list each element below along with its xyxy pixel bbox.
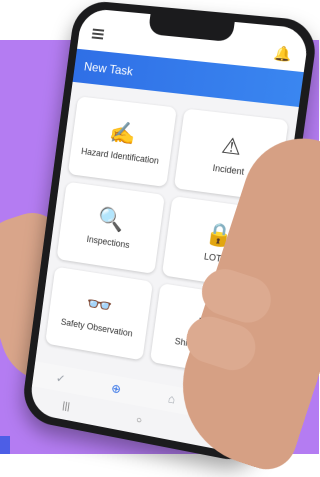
tile-label: Incident	[212, 162, 245, 177]
clipboard-icon: ✍	[108, 119, 138, 147]
tile-label: Hazard Identification	[80, 146, 160, 166]
background-corner	[0, 436, 10, 454]
recent-apps-icon[interactable]: |||	[62, 400, 71, 412]
add-circle-icon[interactable]: ⊕	[110, 381, 121, 396]
tile-safety-observation[interactable]: 👓 Safety Observation	[45, 266, 154, 361]
home-icon[interactable]: ⌂	[167, 391, 176, 406]
bell-icon[interactable]: 🔔	[273, 44, 293, 63]
magnifier-icon: 🔍	[96, 205, 126, 234]
menu-icon[interactable]	[91, 28, 105, 40]
home-circle-icon[interactable]: ○	[135, 414, 142, 426]
tile-inspections[interactable]: 🔍 Inspections	[56, 181, 165, 274]
check-circle-icon[interactable]: ✓	[55, 371, 66, 386]
tile-label: Inspections	[86, 233, 131, 251]
tile-hazard-identification[interactable]: ✍ Hazard Identification	[67, 96, 177, 188]
warning-icon: ⚠	[220, 132, 244, 160]
binoculars-icon: 👓	[85, 290, 115, 320]
tile-label: Safety Observation	[60, 316, 134, 339]
